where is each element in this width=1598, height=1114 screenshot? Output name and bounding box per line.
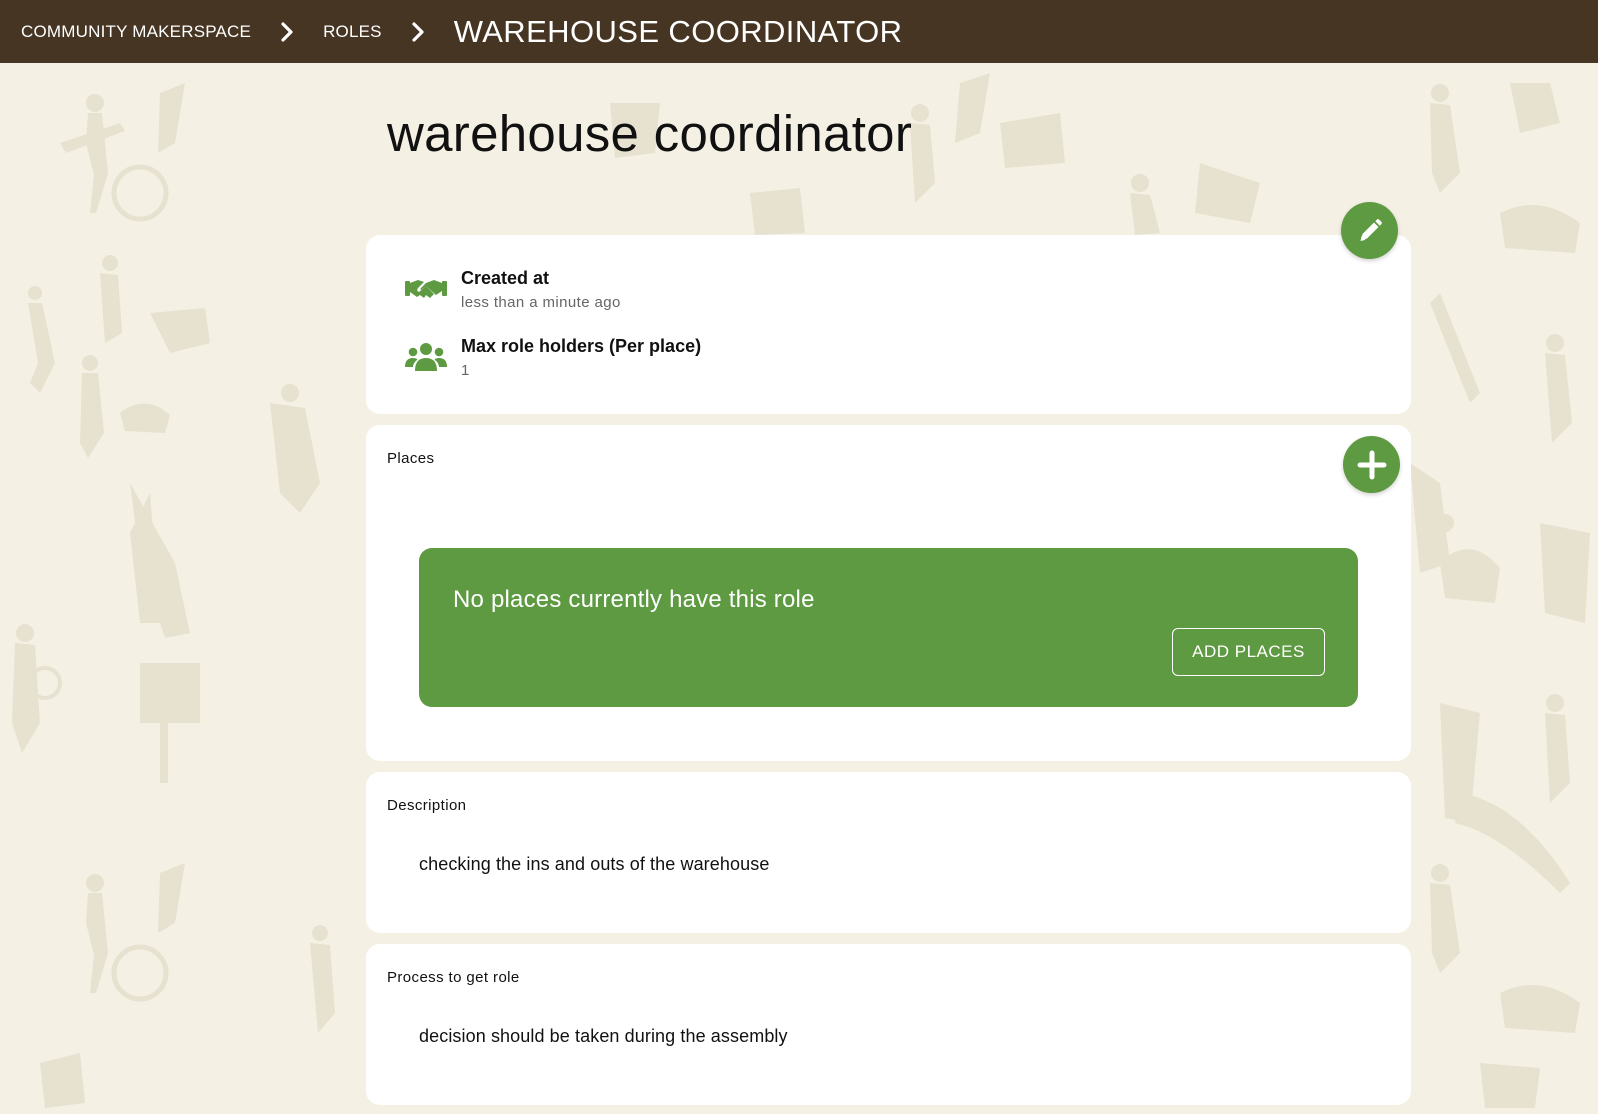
pencil-icon (1356, 217, 1384, 245)
chevron-right-icon (275, 20, 299, 44)
chevron-right-icon (406, 20, 430, 44)
add-place-button[interactable] (1343, 436, 1400, 493)
edit-role-button[interactable] (1341, 202, 1398, 259)
places-label: Places (387, 450, 435, 467)
description-card: Description checking the ins and outs of… (366, 772, 1411, 933)
max-role-holders-value: 1 (461, 362, 470, 379)
handshake-icon (402, 268, 450, 310)
description-text: checking the ins and outs of the warehou… (419, 854, 770, 874)
users-icon (402, 336, 450, 378)
empty-places-message: No places currently have this role (453, 586, 815, 613)
process-card: Process to get role decision should be t… (366, 944, 1411, 1105)
max-role-holders-row: Max role holders (Per place) 1 (402, 334, 701, 379)
created-at-value: less than a minute ago (461, 294, 621, 311)
created-at-label: Created at (461, 268, 550, 288)
breadcrumb-current: WAREHOUSE COORDINATOR (453, 13, 903, 49)
max-role-holders-label: Max role holders (Per place) (461, 336, 702, 356)
process-text: decision should be taken during the asse… (419, 1026, 788, 1046)
page-title: warehouse coordinator (387, 105, 913, 162)
places-card: Places No places currently have this rol… (366, 425, 1411, 761)
role-info-card: Created at less than a minute ago Max ro… (366, 235, 1411, 414)
created-at-row: Created at less than a minute ago (402, 266, 621, 311)
add-places-button[interactable]: ADD PLACES (1172, 628, 1325, 676)
breadcrumb-roles[interactable]: ROLES (323, 22, 382, 42)
breadcrumb-community-makerspace[interactable]: COMMUNITY MAKERSPACE (21, 22, 251, 42)
empty-places-banner: No places currently have this role ADD P… (419, 548, 1358, 707)
top-bar: COMMUNITY MAKERSPACE ROLES WAREHOUSE COO… (0, 0, 1598, 63)
plus-icon (1357, 450, 1387, 480)
process-label: Process to get role (387, 969, 520, 986)
description-label: Description (387, 797, 467, 814)
